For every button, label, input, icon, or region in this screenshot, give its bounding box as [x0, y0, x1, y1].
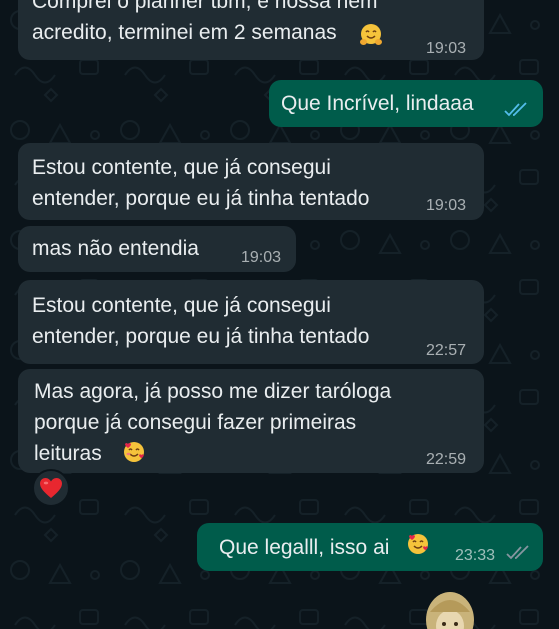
- message-time: 22:59: [426, 451, 467, 468]
- message-text: Estou contente, que já consegui entender…: [32, 294, 370, 348]
- message-reaction[interactable]: [32, 469, 70, 507]
- incoming-message[interactable]: Estou contente, que já consegui entender…: [18, 143, 484, 220]
- double-check-delivered-icon: [506, 545, 529, 560]
- message-time: 19:03: [426, 197, 467, 214]
- incoming-message[interactable]: Estou contente, que já consegui entender…: [18, 280, 484, 364]
- message-text: Que Incrível, lindaaa: [281, 92, 474, 115]
- incoming-message[interactable]: Comprei o planner tbm, e nossa nem acred…: [18, 0, 484, 60]
- message-text: Estou contente, que já consegui entender…: [32, 156, 370, 210]
- message-time: 19:03: [426, 40, 467, 57]
- message-text: Comprei o planner tbm, e nossa nem acred…: [32, 0, 378, 44]
- outgoing-message[interactable]: Que Incrível, lindaaa: [269, 80, 543, 127]
- hugging-face-emoji-icon: [360, 24, 382, 45]
- message-text: Mas agora, já posso me dizer taróloga po…: [34, 380, 392, 465]
- red-heart-icon: [40, 478, 62, 498]
- incoming-message[interactable]: Mas agora, já posso me dizer taróloga po…: [18, 369, 484, 473]
- chat-view: Comprei o planner tbm, e nossa nem acred…: [0, 0, 559, 629]
- message-time: 19:03: [241, 249, 282, 266]
- message-time: 22:57: [426, 342, 467, 359]
- outgoing-message[interactable]: Que legalll, isso ai 23:33: [197, 523, 543, 571]
- incoming-message[interactable]: mas não entendia 19:03: [18, 226, 296, 272]
- double-check-read-icon: [504, 102, 527, 117]
- sticker-image[interactable]: [420, 590, 480, 629]
- smiling-face-with-hearts-emoji-icon: [124, 442, 144, 462]
- message-time: 23:33: [455, 547, 496, 564]
- smiling-face-with-hearts-emoji-icon: [408, 534, 428, 554]
